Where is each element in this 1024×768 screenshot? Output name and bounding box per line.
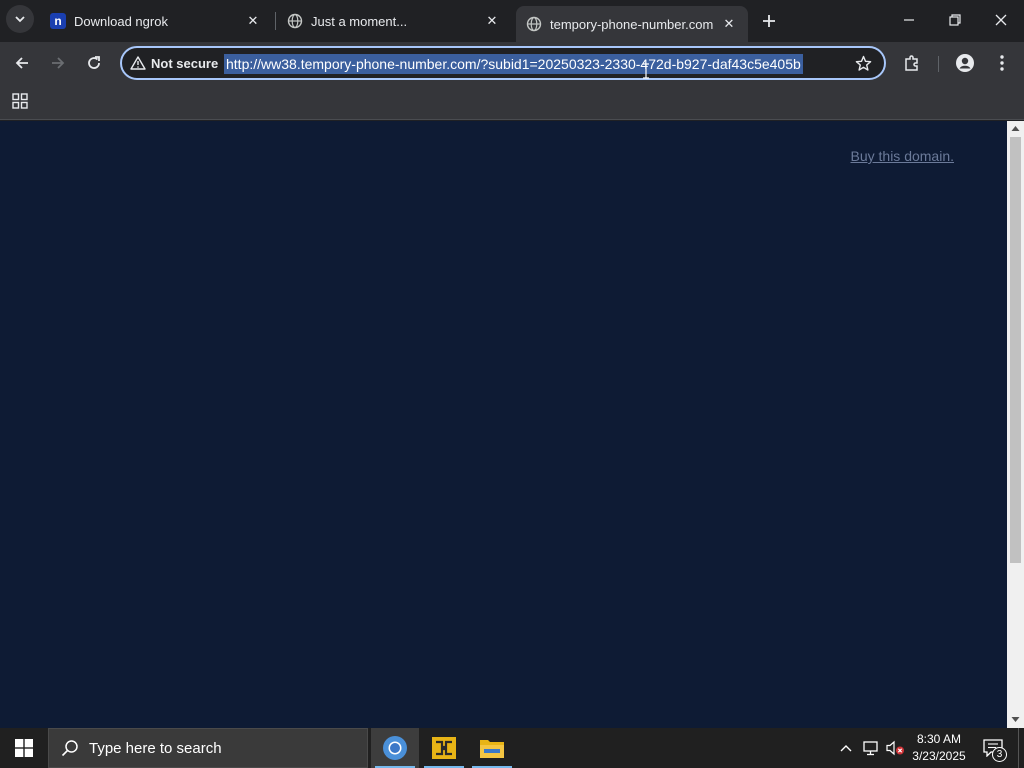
windows-logo-icon [15, 739, 33, 757]
globe-icon [287, 13, 303, 29]
security-label: Not secure [151, 55, 219, 71]
chrome-icon [383, 736, 407, 760]
network-icon [863, 741, 878, 756]
restore-button[interactable] [940, 5, 970, 35]
show-hidden-icons-button[interactable] [836, 738, 856, 758]
profile-button[interactable] [950, 48, 980, 78]
close-icon[interactable]: ✕ [481, 10, 503, 32]
url-text[interactable]: http://ww38.tempory-phone-number.com/?su… [224, 54, 803, 74]
tab-download-ngrok[interactable]: n Download ngrok ✕ [40, 0, 272, 42]
menu-button[interactable] [987, 48, 1017, 78]
search-placeholder: Type here to search [89, 739, 222, 757]
system-clock[interactable]: 8:30 AM 3/23/2025 [906, 731, 972, 765]
tab-just-a-moment[interactable]: Just a moment... ✕ [277, 0, 511, 42]
tab-divider [275, 12, 276, 30]
buy-domain-link[interactable]: Buy this domain. [851, 148, 955, 164]
plus-icon [763, 15, 775, 27]
volume-button[interactable] [884, 738, 906, 758]
apps-button[interactable] [5, 86, 35, 116]
clock-date: 3/23/2025 [912, 749, 966, 763]
show-desktop-button[interactable] [1018, 728, 1024, 768]
globe-icon [526, 16, 542, 32]
forward-arrow-icon [52, 57, 65, 69]
back-button[interactable] [7, 48, 37, 78]
network-app-taskbar-button[interactable] [420, 728, 468, 768]
puzzle-icon [905, 55, 918, 71]
bookmark-star-button[interactable] [848, 48, 878, 78]
scroll-up-arrow-icon[interactable] [1011, 125, 1020, 132]
chevron-down-icon [15, 16, 25, 23]
tab-search-button[interactable] [6, 5, 34, 33]
toolbar-divider [938, 56, 939, 72]
profile-icon [956, 54, 974, 72]
notification-badge: 3 [992, 747, 1007, 762]
file-explorer-taskbar-button[interactable] [468, 728, 516, 768]
close-icon [995, 14, 1007, 26]
folder-icon [480, 740, 504, 758]
tab-tempory-phone-number[interactable]: tempory-phone-number.com ✕ [516, 6, 748, 42]
scroll-down-arrow-icon[interactable] [1011, 716, 1020, 723]
kebab-menu-icon [1000, 55, 1004, 71]
star-icon [855, 55, 871, 71]
start-button[interactable] [0, 728, 48, 768]
search-icon [61, 740, 78, 757]
taskbar-search[interactable]: Type here to search [48, 728, 368, 768]
close-icon[interactable]: ✕ [718, 13, 740, 35]
minimize-icon [904, 19, 914, 21]
close-icon[interactable]: ✕ [242, 10, 264, 32]
security-chip[interactable]: Not secure [130, 53, 218, 73]
windows-taskbar: Type here to search 8:30 AM 3/23/2025 3 [0, 728, 1024, 768]
volume-muted-icon [886, 740, 904, 756]
tab-title: Just a moment... [311, 13, 408, 29]
bookmarks-bar [0, 84, 1024, 120]
scrollbar[interactable] [1007, 121, 1024, 728]
forward-button[interactable] [43, 48, 73, 78]
clock-time: 8:30 AM [916, 732, 962, 746]
network-tool-icon [432, 737, 456, 759]
scroll-thumb[interactable] [1010, 137, 1021, 563]
minimize-button[interactable] [894, 5, 924, 35]
text-cursor-icon [643, 63, 649, 79]
chrome-taskbar-button[interactable] [371, 728, 419, 768]
ngrok-icon: n [50, 13, 66, 29]
notification-center-button[interactable]: 3 [980, 736, 1007, 762]
tab-title: Download ngrok [74, 13, 168, 29]
tab-strip: n Download ngrok ✕ Just a moment... ✕ te… [0, 0, 1024, 42]
address-bar[interactable]: Not secure http://ww38.tempory-phone-num… [120, 46, 886, 80]
extensions-button[interactable] [897, 48, 927, 78]
restore-icon [949, 14, 961, 26]
page-content: Buy this domain. [0, 121, 1007, 728]
network-status-button[interactable] [860, 738, 882, 758]
reload-button[interactable] [79, 48, 109, 78]
reload-icon [88, 56, 100, 69]
warning-icon [130, 56, 146, 70]
back-arrow-icon [15, 57, 28, 69]
new-tab-button[interactable] [754, 6, 784, 36]
tab-title: tempory-phone-number.com [550, 16, 714, 32]
chevron-up-icon [840, 745, 852, 752]
close-window-button[interactable] [986, 5, 1016, 35]
apps-grid-icon [12, 93, 28, 109]
